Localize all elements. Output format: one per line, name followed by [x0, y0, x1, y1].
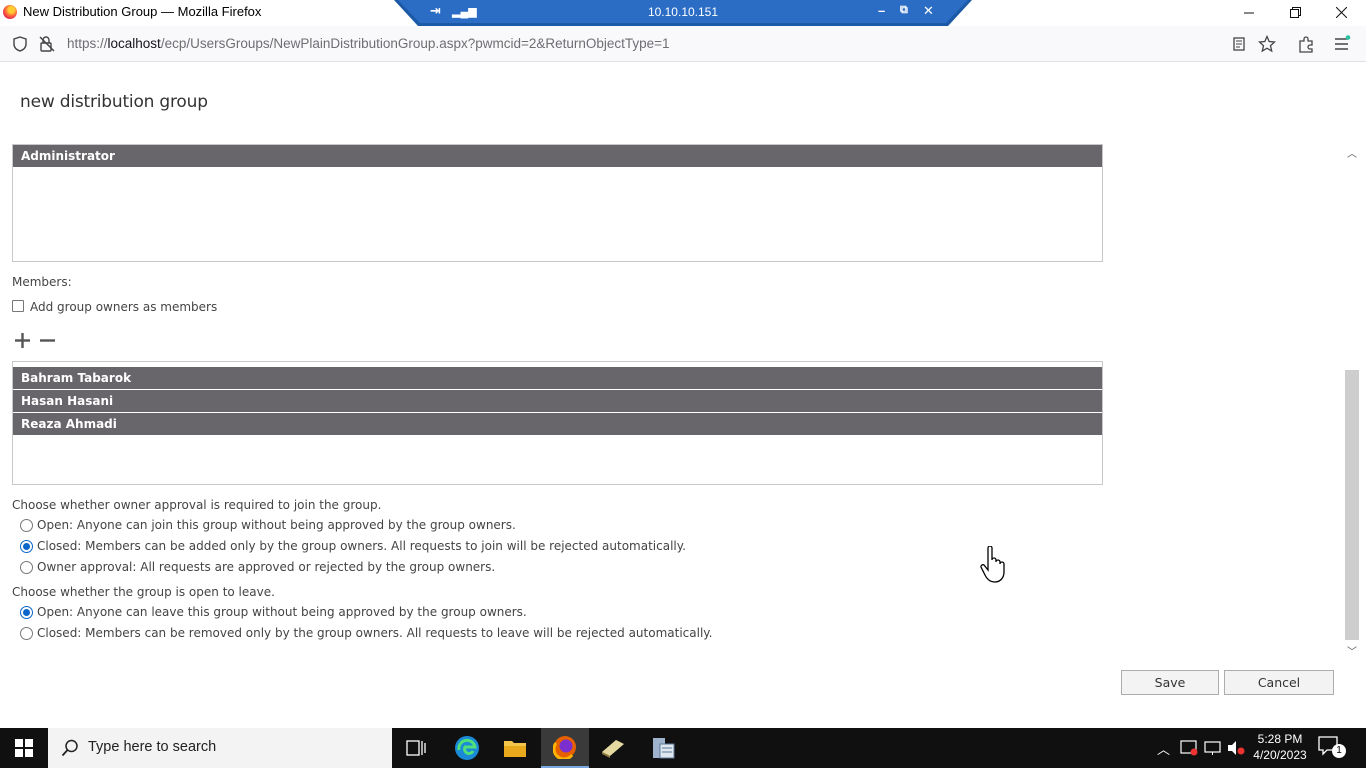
- close-button[interactable]: [1318, 0, 1364, 24]
- leave-option-open[interactable]: Open: Anyone can leave this group withou…: [20, 605, 527, 619]
- cancel-button[interactable]: Cancel: [1224, 670, 1334, 695]
- url-prefix: https://: [67, 36, 108, 51]
- member-row[interactable]: Reaza Ahmadi: [13, 413, 1102, 435]
- hand-cursor-icon: [980, 546, 1005, 583]
- scroll-up-icon[interactable]: ︿: [1344, 145, 1360, 160]
- leave-question: Choose whether the group is open to leav…: [12, 585, 275, 599]
- taskbar-search-box[interactable]: Type here to search: [48, 728, 392, 768]
- members-label: Members:: [12, 275, 72, 289]
- folder-icon: [504, 741, 526, 757]
- owner-row[interactable]: Administrator: [13, 145, 1102, 167]
- remove-member-icon[interactable]: [39, 332, 56, 349]
- search-icon: [61, 739, 78, 757]
- window-title-bar: New Distribution Group — Mozilla Firefox…: [0, 0, 1366, 26]
- edge-icon: [455, 736, 479, 760]
- leave-open-radio[interactable]: [20, 605, 33, 619]
- join-closed-radio[interactable]: [20, 539, 33, 553]
- server-manager-icon: [653, 738, 675, 759]
- url-field[interactable]: https://localhost/ecp/UsersGroups/NewPla…: [67, 36, 670, 51]
- firefox-icon: [3, 5, 17, 19]
- firefox-icon: [553, 736, 576, 759]
- reader-view-icon[interactable]: [1229, 34, 1249, 54]
- bookmark-star-icon[interactable]: [1257, 34, 1277, 54]
- extensions-icon[interactable]: [1296, 34, 1316, 54]
- leave-option-open-label: Open: Anyone can leave this group withou…: [37, 605, 527, 619]
- taskbar: Type here to search ︿ 5:28 PM 4/20/2023 …: [0, 728, 1366, 768]
- close-icon: [1335, 6, 1347, 18]
- show-hidden-icons-icon[interactable]: ︿: [1157, 739, 1170, 758]
- clock-date: 4/20/2023: [1253, 748, 1307, 762]
- taskbar-edge[interactable]: [443, 728, 491, 768]
- join-option-closed[interactable]: Closed: Members can be added only by the…: [20, 539, 686, 553]
- minimize-icon: [1243, 12, 1254, 13]
- book-icon: [602, 740, 624, 758]
- url-path: /ecp/UsersGroups/NewPlainDistributionGro…: [160, 36, 670, 51]
- taskbar-firefox[interactable]: [541, 728, 589, 768]
- notification-badge: 1: [1332, 744, 1346, 758]
- window-title: New Distribution Group — Mozilla Firefox: [23, 4, 262, 19]
- windows-logo-icon: [15, 739, 33, 757]
- join-owner-approval-radio[interactable]: [20, 560, 33, 574]
- add-member-icon[interactable]: [14, 332, 31, 349]
- address-bar: https://localhost/ecp/UsersGroups/NewPla…: [0, 26, 1366, 62]
- leave-option-closed-label: Closed: Members can be removed only by t…: [37, 626, 713, 640]
- taskbar-app-book[interactable]: [589, 728, 637, 768]
- tracking-protection-icon[interactable]: [10, 34, 30, 54]
- remote-desktop-bar: ⇥ ▂▄▆ 10.10.10.151 – ⧉ ✕: [394, 0, 972, 26]
- join-question: Choose whether owner approval is require…: [12, 498, 382, 512]
- lock-warning-icon[interactable]: [37, 34, 57, 54]
- rdp-close-icon[interactable]: ✕: [923, 3, 934, 19]
- leave-closed-radio[interactable]: [20, 626, 33, 640]
- minimize-button[interactable]: [1226, 0, 1272, 24]
- task-view-icon: [406, 740, 426, 756]
- rdp-restore-icon[interactable]: ⧉: [900, 4, 908, 17]
- page-content: new distribution group Administrator Mem…: [0, 63, 1366, 728]
- taskbar-file-explorer[interactable]: [491, 728, 539, 768]
- rdp-host-address: 10.10.10.151: [647, 5, 719, 19]
- scroll-down-icon[interactable]: ﹀: [1344, 643, 1360, 658]
- save-button[interactable]: Save: [1121, 670, 1219, 695]
- clock-time: 5:28 PM: [1257, 732, 1303, 746]
- app-menu-icon[interactable]: [1332, 34, 1352, 54]
- rdp-minimize-icon[interactable]: –: [878, 3, 885, 18]
- page-title: new distribution group: [20, 92, 208, 112]
- network-icon[interactable]: [1204, 740, 1222, 756]
- taskbar-app-server-manager[interactable]: [638, 728, 686, 768]
- scrollbar-thumb[interactable]: [1345, 370, 1359, 640]
- task-view-button[interactable]: [392, 728, 440, 768]
- start-button[interactable]: [0, 728, 48, 768]
- volume-muted-icon[interactable]: [1227, 740, 1247, 756]
- search-placeholder: Type here to search: [88, 739, 217, 755]
- join-option-owner-approval-label: Owner approval: All requests are approve…: [37, 560, 496, 574]
- join-open-radio[interactable]: [20, 518, 33, 532]
- add-owners-label: Add group owners as members: [30, 300, 218, 314]
- notification-center-button[interactable]: 1: [1318, 736, 1348, 760]
- join-option-owner-approval[interactable]: Owner approval: All requests are approve…: [20, 560, 495, 574]
- system-clock[interactable]: 5:28 PM 4/20/2023: [1250, 731, 1310, 763]
- action-icon[interactable]: [1180, 740, 1198, 756]
- restore-button[interactable]: [1272, 0, 1318, 24]
- restore-icon: [1289, 6, 1301, 18]
- owners-list[interactable]: Administrator: [12, 144, 1103, 262]
- add-owners-checkbox[interactable]: [12, 300, 24, 312]
- join-option-open-label: Open: Anyone can join this group without…: [37, 518, 516, 532]
- url-host: localhost: [107, 36, 161, 51]
- members-list[interactable]: Bahram Tabarok Hasan Hasani Reaza Ahmadi: [12, 361, 1103, 485]
- member-row[interactable]: Hasan Hasani: [13, 390, 1102, 412]
- leave-option-closed[interactable]: Closed: Members can be removed only by t…: [20, 626, 713, 640]
- join-option-closed-label: Closed: Members can be added only by the…: [37, 539, 686, 553]
- member-row[interactable]: Bahram Tabarok: [13, 367, 1102, 389]
- join-option-open[interactable]: Open: Anyone can join this group without…: [20, 518, 516, 532]
